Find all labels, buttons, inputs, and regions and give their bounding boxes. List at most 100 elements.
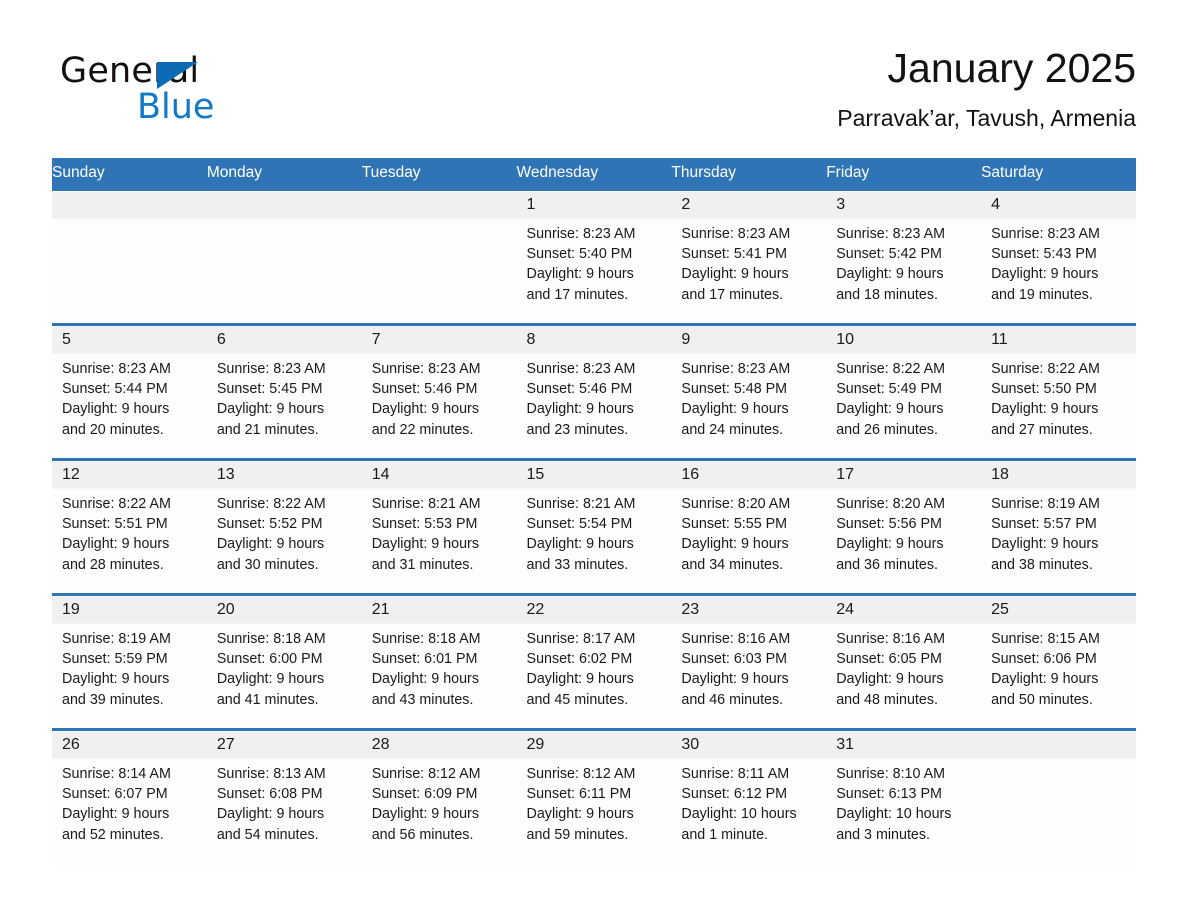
sunrise-text: Sunrise: 8:19 AM <box>62 631 171 647</box>
calendar-day-cell[interactable]: 26 Sunrise: 8:14 AM Sunset: 6:07 PM Dayligh… <box>52 728 207 865</box>
calendar-day-cell[interactable]: 21 Sunrise: 8:18 AM Sunset: 6:01 PM Dayligh… <box>361 593 517 730</box>
day-number: 1 <box>526 196 536 213</box>
day-number: 31 <box>836 736 855 753</box>
daylight-text-cont: and 52 minutes. <box>62 826 164 843</box>
day-number: 26 <box>62 736 80 753</box>
daylight-text: Daylight: 9 hours <box>526 671 634 688</box>
calendar-day-cell[interactable]: 28 Sunrise: 8:12 AM Sunset: 6:09 PM Dayligh… <box>361 728 517 865</box>
sunset-text: Sunset: 5:43 PM <box>991 246 1097 263</box>
daylight-text-cont: and 19 minutes. <box>991 286 1093 303</box>
title-block: January 2025 Parravak’ar, Tavush, Armeni… <box>837 44 1136 132</box>
calendar-day-cell[interactable]: 5 Sunrise: 8:23 AM Sunset: 5:44 PM Daylight… <box>52 323 207 460</box>
calendar-day-cell[interactable]: 16 Sunrise: 8:20 AM Sunset: 5:55 PM Dayligh… <box>671 458 827 595</box>
sunrise-text: Sunrise: 8:11 AM <box>681 766 790 782</box>
day-sun-info: Sunrise: 8:15 AM Sunset: 6:06 PM Daylight:… <box>981 623 1136 710</box>
sunrise-text: Sunrise: 8:23 AM <box>836 226 946 242</box>
calendar-day-cell[interactable]: 20 Sunrise: 8:18 AM Sunset: 6:00 PM Dayligh… <box>206 593 362 730</box>
calendar-day-cell[interactable]: 15 Sunrise: 8:21 AM Sunset: 5:54 PM Dayligh… <box>516 458 672 595</box>
calendar-day-cell[interactable]: 6 Sunrise: 8:23 AM Sunset: 5:45 PM Daylight… <box>206 323 362 460</box>
day-number: 17 <box>836 466 855 483</box>
page-title: January 2025 <box>887 45 1136 91</box>
daylight-text-cont: and 24 minutes. <box>681 421 784 438</box>
calendar-day-cell[interactable]: 2 Sunrise: 8:23 AM Sunset: 5:41 PM Daylight… <box>671 188 827 325</box>
sunrise-text: Sunrise: 8:23 AM <box>526 226 636 242</box>
calendar-day-cell[interactable]: 1 Sunrise: 8:23 AM Sunset: 5:40 PM Daylight… <box>516 188 672 325</box>
daylight-text: Daylight: 9 hours <box>836 536 944 553</box>
calendar-day-cell[interactable]: 13 Sunrise: 8:22 AM Sunset: 5:52 PM Dayligh… <box>206 458 362 595</box>
calendar-day-cell[interactable]: 18 Sunrise: 8:19 AM Sunset: 5:57 PM Dayligh… <box>981 458 1136 595</box>
calendar-day-cell[interactable]: 14 Sunrise: 8:21 AM Sunset: 5:53 PM Dayligh… <box>361 458 517 595</box>
day-sun-info: Sunrise: 8:19 AM Sunset: 5:59 PM Daylight:… <box>52 623 207 710</box>
calendar-header-row: Sunday Monday Tuesday Wednesday Thursday… <box>52 158 1136 190</box>
calendar-day-cell[interactable]: 30 Sunrise: 8:11 AM Sunset: 6:12 PM Dayligh… <box>671 728 827 865</box>
day-number: 27 <box>216 736 235 753</box>
daylight-text-cont: and 26 minutes. <box>836 421 938 438</box>
daylight-text: Daylight: 9 hours <box>991 266 1099 283</box>
calendar-day-cell[interactable]: 22 Sunrise: 8:17 AM Sunset: 6:02 PM Dayligh… <box>516 593 672 730</box>
calendar-day-cell[interactable]: 8 Sunrise: 8:23 AM Sunset: 5:46 PM Daylight… <box>516 323 672 460</box>
calendar-day-cell[interactable]: 3 Sunrise: 8:23 AM Sunset: 5:42 PM Daylight… <box>826 188 982 325</box>
calendar-day-cell[interactable]: 25 Sunrise: 8:15 AM Sunset: 6:06 PM Dayligh… <box>981 593 1136 730</box>
day-number: 28 <box>371 736 390 753</box>
day-number: 29 <box>526 736 545 753</box>
day-sun-info: Sunrise: 8:23 AM Sunset: 5:45 PM Daylight:… <box>207 353 362 440</box>
calendar-body: 1 Sunrise: 8:23 AM Sunset: 5:40 PM Daylight… <box>52 188 1136 865</box>
calendar-day-cell[interactable]: 4 Sunrise: 8:23 AM Sunset: 5:43 PM Daylight… <box>981 188 1136 325</box>
sunset-text: Sunset: 6:13 PM <box>836 786 942 803</box>
daylight-text-cont: and 45 minutes. <box>526 691 629 708</box>
day-sun-info: Sunrise: 8:23 AM Sunset: 5:46 PM Daylight:… <box>362 353 517 440</box>
daylight-text-cont: and 41 minutes. <box>216 691 319 708</box>
daylight-text-cont: and 56 minutes. <box>371 826 474 843</box>
day-number: 3 <box>836 196 846 213</box>
calendar-day-cell[interactable]: 9 Sunrise: 8:23 AM Sunset: 5:48 PM Daylight… <box>671 323 827 460</box>
daylight-text: Daylight: 9 hours <box>371 401 479 418</box>
calendar-day-cell[interactable]: 7 Sunrise: 8:23 AM Sunset: 5:46 PM Daylight… <box>361 323 517 460</box>
calendar-day-cell[interactable]: 23 Sunrise: 8:16 AM Sunset: 6:03 PM Dayligh… <box>671 593 827 730</box>
sunset-text: Sunset: 6:02 PM <box>526 651 633 668</box>
calendar-day-cell[interactable]: 11 Sunrise: 8:22 AM Sunset: 5:50 PM Dayligh… <box>981 323 1136 460</box>
daylight-text: Daylight: 9 hours <box>216 536 325 553</box>
day-sun-info: Sunrise: 8:18 AM Sunset: 6:00 PM Daylight:… <box>207 623 362 710</box>
day-number: 9 <box>681 331 691 348</box>
sunrise-text: Sunrise: 8:12 AM <box>371 766 481 782</box>
day-number: 6 <box>216 331 226 348</box>
day-number: 7 <box>371 331 381 348</box>
sunset-text: Sunset: 6:12 PM <box>681 786 788 803</box>
calendar-day-cell-empty <box>52 188 207 325</box>
calendar-day-cell[interactable]: 19 Sunrise: 8:19 AM Sunset: 5:59 PM Dayligh… <box>52 593 207 730</box>
sunset-text: Sunset: 6:00 PM <box>216 651 323 668</box>
day-sun-info: Sunrise: 8:19 AM Sunset: 5:57 PM Daylight:… <box>981 488 1136 575</box>
day-sun-info: Sunrise: 8:10 AM Sunset: 6:13 PM Daylight:… <box>826 758 981 845</box>
day-number: 11 <box>991 331 1008 348</box>
sunset-text: Sunset: 5:49 PM <box>836 381 942 398</box>
calendar-day-cell[interactable]: 31 Sunrise: 8:10 AM Sunset: 6:13 PM Dayligh… <box>826 728 982 865</box>
calendar-day-cell[interactable]: 24 Sunrise: 8:16 AM Sunset: 6:05 PM Dayligh… <box>826 593 982 730</box>
calendar-day-cell[interactable]: 17 Sunrise: 8:20 AM Sunset: 5:56 PM Dayligh… <box>826 458 982 595</box>
daylight-text: Daylight: 9 hours <box>526 401 634 418</box>
calendar-day-cell[interactable]: 12 Sunrise: 8:22 AM Sunset: 5:51 PM Dayligh… <box>52 458 207 595</box>
sunrise-sunset-calendar: Sunday Monday Tuesday Wednesday Thursday… <box>52 158 1136 865</box>
day-sun-info: Sunrise: 8:23 AM Sunset: 5:40 PM Daylight:… <box>517 218 672 305</box>
weekday-header-thursday: Thursday <box>671 158 827 190</box>
day-sun-info: Sunrise: 8:22 AM Sunset: 5:49 PM Daylight:… <box>826 353 981 440</box>
daylight-text: Daylight: 9 hours <box>681 401 789 418</box>
day-number: 23 <box>681 601 700 618</box>
calendar-day-cell[interactable]: 27 Sunrise: 8:13 AM Sunset: 6:08 PM Dayligh… <box>206 728 362 865</box>
sunrise-text: Sunrise: 8:12 AM <box>526 766 636 782</box>
calendar-day-cell[interactable]: 10 Sunrise: 8:22 AM Sunset: 5:49 PM Dayligh… <box>826 323 982 460</box>
day-number: 18 <box>991 466 1009 483</box>
sunset-text: Sunset: 6:01 PM <box>371 651 478 668</box>
generalblue-logo[interactable]: General Blue <box>60 52 320 130</box>
sunrise-text: Sunrise: 8:23 AM <box>991 226 1100 242</box>
day-number <box>52 191 207 218</box>
calendar-day-cell[interactable]: 29 Sunrise: 8:12 AM Sunset: 6:11 PM Dayligh… <box>516 728 672 865</box>
day-sun-info: Sunrise: 8:23 AM Sunset: 5:41 PM Daylight:… <box>671 218 826 305</box>
day-sun-info: Sunrise: 8:23 AM Sunset: 5:48 PM Daylight:… <box>671 353 826 440</box>
weekday-header-wednesday: Wednesday <box>516 158 672 190</box>
day-sun-info: Sunrise: 8:12 AM Sunset: 6:11 PM Daylight:… <box>517 758 672 845</box>
calendar-week-row: 19 Sunrise: 8:19 AM Sunset: 5:59 PM Dayligh… <box>52 593 1136 730</box>
day-sun-info: Sunrise: 8:21 AM Sunset: 5:53 PM Daylight:… <box>362 488 517 575</box>
daylight-text-cont: and 48 minutes. <box>836 691 938 708</box>
daylight-text-cont: and 59 minutes. <box>526 826 629 843</box>
day-number: 4 <box>991 196 1000 213</box>
